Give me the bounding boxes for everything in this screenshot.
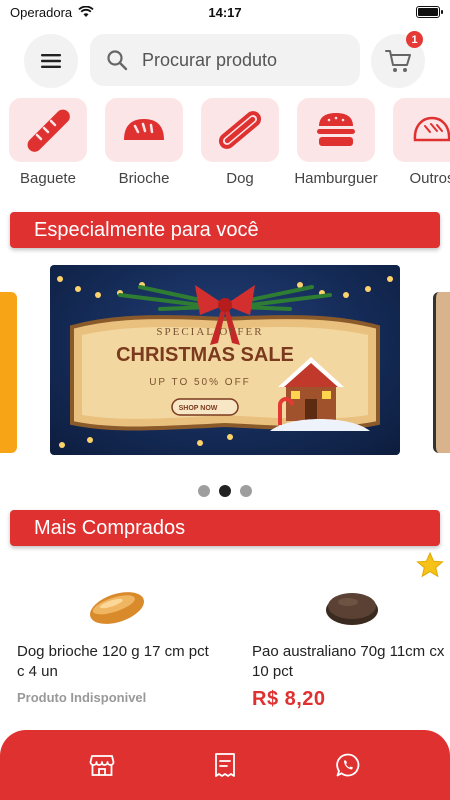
hamburger-icon — [317, 113, 355, 146]
carousel-pagination — [0, 485, 450, 497]
carrier-label: Operadora — [10, 4, 73, 20]
section-title-top: Mais Comprados — [10, 510, 440, 546]
carousel-next-slide[interactable] — [433, 292, 450, 453]
carousel-dot-active[interactable] — [219, 485, 231, 497]
product-status: Produto Indisponivel — [17, 690, 147, 705]
store-icon — [89, 755, 115, 776]
banner-line3: UP TO 50% OFF — [149, 377, 251, 388]
receipt-icon — [215, 753, 235, 777]
banner-line2: CHRISTMAS SALE — [116, 344, 294, 366]
status-left: Operadora — [10, 5, 94, 20]
status-bar: Operadora 14:17 — [0, 0, 450, 24]
product-price: R$ 8,20 — [252, 688, 326, 710]
product-image — [252, 576, 450, 636]
product-card[interactable]: Pao australiano 70g 11cm cx 10 pct R$ 8,… — [252, 576, 450, 710]
category-hamburguer[interactable]: Hamburguer — [294, 98, 378, 187]
section-title-special: Especialmente para você — [10, 212, 440, 248]
category-outros[interactable]: Outros — [393, 98, 450, 187]
cart-badge: 1 — [406, 31, 423, 48]
hotdog-icon — [218, 111, 262, 149]
carousel-dot[interactable] — [240, 485, 252, 497]
battery-icon — [416, 6, 443, 18]
banner-artwork: SPECIAL OFFER CHRISTMAS SALE UP TO 50% O… — [57, 276, 393, 448]
star-icon[interactable] — [416, 552, 444, 578]
cart-button[interactable]: 1 — [371, 31, 425, 88]
product-image — [17, 576, 217, 636]
category-tile — [297, 98, 375, 162]
category-brioche[interactable]: Brioche — [105, 98, 183, 187]
christmas-sale-banner[interactable]: SPECIAL OFFER CHRISTMAS SALE UP TO 50% O… — [50, 265, 400, 455]
nav-whatsapp-button[interactable] — [328, 745, 368, 785]
category-list: Baguete Brioche Dog Hamburguer Outros — [0, 98, 450, 190]
category-tile — [9, 98, 87, 162]
banner-cta: SHOP NOW — [179, 405, 218, 412]
search-icon — [107, 50, 128, 71]
menu-button[interactable] — [24, 34, 78, 88]
brioche-icon — [124, 119, 164, 140]
australian-bread-image — [326, 593, 378, 625]
category-baguete[interactable]: Baguete — [9, 98, 87, 187]
product-name: Pao australiano 70g 11cm cx 10 pct — [252, 643, 445, 680]
hotdog-bun-image — [90, 592, 144, 624]
category-dog[interactable]: Dog — [201, 98, 279, 187]
banner-line1: SPECIAL OFFER — [156, 326, 263, 338]
nav-store-button[interactable] — [82, 745, 122, 785]
promo-carousel[interactable]: SPECIAL OFFER CHRISTMAS SALE UP TO 50% O… — [0, 265, 450, 455]
wifi-icon — [78, 6, 94, 17]
bread-icon — [413, 116, 450, 142]
carousel-prev-slide[interactable] — [0, 292, 17, 453]
category-tile — [105, 98, 183, 162]
category-tile — [393, 98, 450, 162]
cart-icon — [385, 50, 411, 72]
hamburger-menu-icon — [41, 54, 61, 68]
search-input[interactable] — [142, 49, 342, 71]
header: 1 — [0, 31, 450, 88]
product-card[interactable]: Dog brioche 120 g 17 cm pct c 4 un Produ… — [17, 576, 217, 705]
carousel-dot[interactable] — [198, 485, 210, 497]
baguette-icon — [27, 109, 70, 152]
product-name: Dog brioche 120 g 17 cm pct c 4 un — [17, 643, 209, 680]
category-label: Outros — [409, 170, 450, 187]
bottom-navigation — [0, 730, 450, 800]
search-bar[interactable] — [90, 34, 360, 86]
category-tile — [201, 98, 279, 162]
whatsapp-icon — [336, 753, 360, 777]
nav-orders-button[interactable] — [205, 745, 245, 785]
